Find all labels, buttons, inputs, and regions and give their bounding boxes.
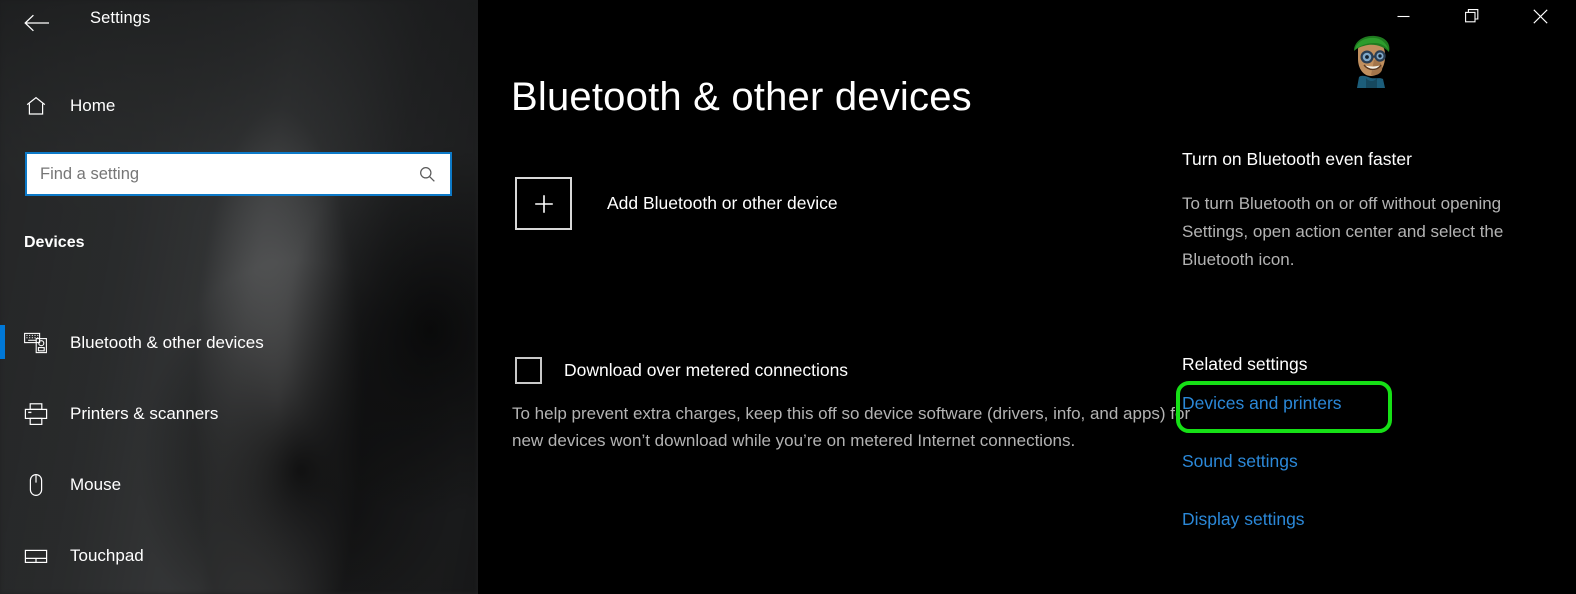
printer-icon (10, 401, 62, 427)
sidebar: Home Devices (0, 0, 478, 594)
mouse-icon (10, 472, 62, 498)
minimize-button[interactable] (1380, 0, 1426, 32)
cartoon-avatar-watermark (1344, 30, 1396, 88)
add-bluetooth-or-other-device-button[interactable]: Add Bluetooth or other device (515, 177, 838, 230)
sidebar-item-label: Mouse (70, 474, 122, 494)
sidebar-item-home[interactable]: Home (0, 86, 478, 126)
tip-body: To turn Bluetooth on or off without open… (1182, 194, 1504, 269)
sidebar-item-touchpad[interactable]: Touchpad (0, 520, 478, 591)
right-info-panel: Turn on Bluetooth even faster To turn Bl… (1176, 0, 1576, 594)
link-display-settings[interactable]: Display settings (1182, 509, 1305, 530)
maximize-restore-button[interactable] (1449, 0, 1495, 32)
devices-icon (10, 330, 62, 356)
selection-indicator (0, 325, 5, 359)
related-settings-title: Related settings (1182, 354, 1308, 374)
main-content: Bluetooth & other devices Add Bluetooth … (478, 0, 1576, 594)
sidebar-item-label: Printers & scanners (70, 403, 219, 423)
plus-icon (515, 177, 572, 230)
close-button[interactable] (1517, 0, 1563, 32)
back-arrow-icon[interactable] (14, 3, 58, 43)
sidebar-item-mouse[interactable]: Mouse (0, 449, 478, 520)
add-device-label: Add Bluetooth or other device (607, 193, 838, 213)
search-box[interactable] (25, 152, 452, 196)
link-sound-settings[interactable]: Sound settings (1182, 451, 1298, 472)
search-input[interactable] (27, 164, 404, 184)
sidebar-nav-list: Bluetooth & other devices Printers & sca… (0, 307, 478, 591)
download-over-metered-connections-checkbox[interactable]: Download over metered connections (515, 357, 848, 384)
metered-description: To help prevent extra charges, keep this… (512, 404, 1191, 450)
checkbox-label: Download over metered connections (564, 360, 849, 380)
search-icon[interactable] (404, 165, 450, 184)
title-bar: Settings (0, 0, 1576, 46)
touchpad-icon (10, 543, 62, 569)
sidebar-item-label: Touchpad (70, 545, 144, 565)
sidebar-item-printers-and-scanners[interactable]: Printers & scanners (0, 378, 478, 449)
checkbox-box[interactable] (515, 357, 542, 384)
sidebar-item-label: Bluetooth & other devices (70, 332, 264, 352)
sidebar-section-header: Devices (24, 234, 85, 251)
page-title: Bluetooth & other devices (511, 75, 972, 119)
home-icon (10, 94, 62, 118)
settings-window: Home Devices (0, 0, 1576, 594)
sidebar-item-home-label: Home (70, 96, 116, 115)
app-title: Settings (90, 9, 151, 27)
link-devices-and-printers[interactable]: Devices and printers (1182, 393, 1342, 414)
sidebar-item-bluetooth-and-other-devices[interactable]: Bluetooth & other devices (0, 307, 478, 378)
tip-title: Turn on Bluetooth even faster (1182, 149, 1412, 169)
